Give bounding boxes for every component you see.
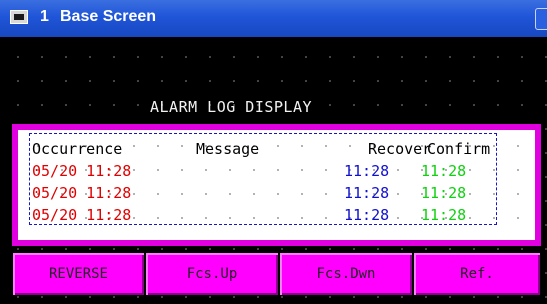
confirm-header: Confirm [427,140,491,158]
screen-number: 1 [40,8,49,25]
row-3-recovery[interactable]: 11:28 [344,206,389,224]
row-2-recovery[interactable]: 11:28 [344,184,389,202]
occurrence-header: Occurrence [32,140,123,158]
window-icon[interactable] [10,10,28,24]
function-key-bar: REVERSE Fcs.Up Fcs.Dwn Ref. [12,252,541,296]
focus-up-button[interactable]: Fcs.Up [145,252,279,296]
title-bar: 1 Base Screen [0,0,547,37]
title-bar-button[interactable] [535,8,547,30]
focus-down-button[interactable]: Fcs.Dwn [279,252,413,296]
row-3-occurrence[interactable]: 05/20 11:28 [32,206,131,224]
refresh-button[interactable]: Ref. [413,252,541,296]
reverse-button[interactable]: REVERSE [12,252,145,296]
row-1-recovery[interactable]: 11:28 [344,162,389,180]
row-2-confirm[interactable]: 11:28 [421,184,466,202]
row-1-occurrence[interactable]: 05/20 11:28 [32,162,131,180]
message-header: Message [196,140,260,158]
recovery-header: Recover [368,140,432,158]
row-3-confirm[interactable]: 11:28 [421,206,466,224]
row-2-occurrence[interactable]: 05/20 11:28 [32,184,131,202]
window-title: Base Screen [60,8,157,25]
row-1-confirm[interactable]: 11:28 [421,162,466,180]
page-title: ALARM LOG DISPLAY [150,98,313,116]
